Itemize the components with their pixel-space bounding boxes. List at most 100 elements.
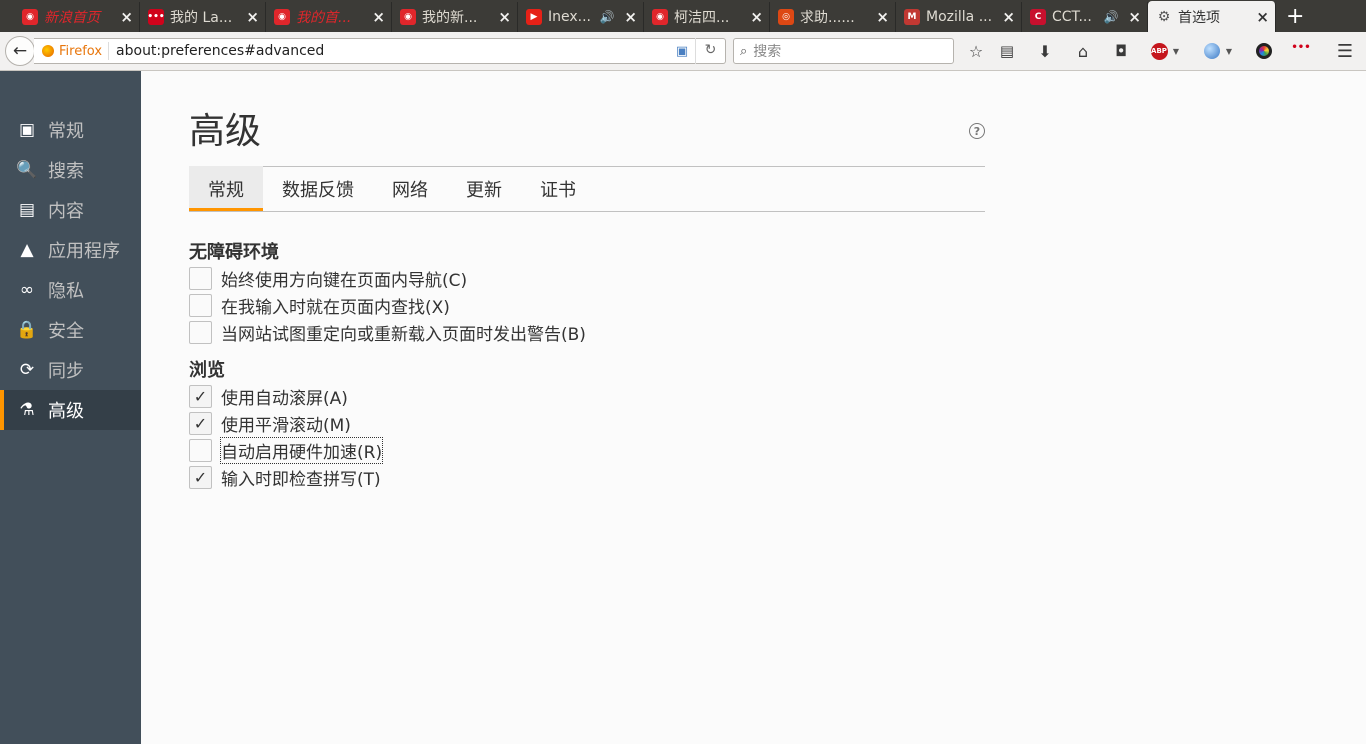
- tab-4[interactable]: ▶ Inex... 🔊 ×: [518, 2, 644, 32]
- checkbox[interactable]: [189, 439, 212, 462]
- option-label[interactable]: 始终使用方向键在页面内导航(C): [221, 266, 467, 291]
- option-label[interactable]: 自动启用硬件加速(R): [219, 437, 384, 464]
- sidebar-item-label: 常规: [48, 121, 84, 142]
- identity-box[interactable]: Firefox: [34, 42, 110, 60]
- advanced-wizard-hat-icon: ⚗: [19, 400, 35, 420]
- close-icon[interactable]: ×: [246, 8, 259, 26]
- advanced-tabs: 常规 数据反馈 网络 更新 证书: [189, 166, 985, 212]
- page-title: 高级: [189, 111, 262, 152]
- sidebar-item-7[interactable]: ⚗ 高级: [0, 390, 141, 430]
- bookmarks-menu-button[interactable]: ▤: [996, 40, 1018, 62]
- sidebar-item-2[interactable]: ▤ 内容: [0, 190, 141, 230]
- settings-group-1: 浏览 ✓ 使用自动滚屏(A) ✓ 使用平滑滚动(M) 自动启用硬件加速(R) ✓ 输入时即检查…: [189, 359, 384, 491]
- option-label[interactable]: 输入时即检查拼写(T): [221, 465, 381, 490]
- tab-3[interactable]: 更新: [447, 166, 521, 211]
- globe-icon: [1204, 43, 1220, 59]
- url-text[interactable]: about:preferences#advanced: [109, 43, 669, 59]
- sidebar-item-5[interactable]: 🔒 安全: [0, 310, 141, 350]
- tab-8[interactable]: C CCT... 🔊 ×: [1022, 2, 1148, 32]
- close-icon[interactable]: ×: [876, 8, 889, 26]
- close-icon[interactable]: ×: [1256, 8, 1269, 26]
- speaker-icon[interactable]: 🔊: [1103, 10, 1118, 24]
- globe-dropdown[interactable]: ▼: [1223, 40, 1235, 62]
- tab-0[interactable]: 常规: [189, 166, 263, 211]
- tab-2[interactable]: ◉ 我的首... ×: [266, 2, 392, 32]
- reload-button[interactable]: ↻: [695, 38, 725, 64]
- color-extension-button[interactable]: [1253, 40, 1275, 62]
- sidebar-item-6[interactable]: ⟳ 同步: [0, 350, 141, 390]
- url-bar[interactable]: Firefox about:preferences#advanced ▣ ↻: [34, 38, 726, 64]
- dots-app-icon: •••: [147, 9, 165, 25]
- option-label[interactable]: 当网站试图重定向或重新载入页面时发出警告(B): [221, 320, 586, 345]
- new-tab-button[interactable]: +: [1286, 2, 1304, 32]
- tab-title: CCT...: [1052, 9, 1092, 25]
- tab-0[interactable]: ◉ 新浪首页 ×: [14, 2, 140, 32]
- adblock-dropdown[interactable]: ▼: [1170, 40, 1182, 62]
- option-row[interactable]: 自动启用硬件加速(R): [189, 437, 384, 464]
- globe-extension-button[interactable]: [1201, 40, 1223, 62]
- option-row[interactable]: 在我输入时就在页面内查找(X): [189, 292, 586, 319]
- close-icon[interactable]: ×: [1002, 8, 1015, 26]
- close-icon[interactable]: ×: [624, 8, 637, 26]
- reader-view-icon[interactable]: ▣: [669, 44, 695, 59]
- option-label[interactable]: 使用自动滚屏(A): [221, 384, 348, 409]
- tab-1[interactable]: 数据反馈: [263, 166, 373, 211]
- sidebar-item-1[interactable]: 🔍 搜索: [0, 150, 141, 190]
- downloads-button[interactable]: ⬇: [1034, 40, 1056, 62]
- back-button[interactable]: ←: [5, 36, 35, 66]
- extension-indicator-button[interactable]: •••: [1290, 36, 1312, 58]
- option-row[interactable]: ✓ 使用自动滚屏(A): [189, 383, 382, 410]
- option-row[interactable]: 始终使用方向键在页面内导航(C): [189, 265, 586, 292]
- option-label[interactable]: 在我输入时就在页面内查找(X): [221, 293, 450, 318]
- tab-title: Mozilla ...: [926, 9, 993, 25]
- close-icon[interactable]: ×: [372, 8, 385, 26]
- checkbox[interactable]: [189, 321, 212, 344]
- close-icon[interactable]: ×: [120, 8, 133, 26]
- content-icon: ▤: [18, 200, 36, 220]
- star-icon: ☆: [968, 41, 984, 61]
- help-icon[interactable]: ?: [969, 123, 985, 139]
- applications-icon: ▲: [20, 240, 34, 260]
- search-input[interactable]: ⌕ 搜索: [733, 38, 954, 64]
- tab-1[interactable]: ••• 我的 La... ×: [140, 2, 266, 32]
- bookmark-star-button[interactable]: ☆: [965, 40, 987, 62]
- checkbox[interactable]: [189, 267, 212, 290]
- tab-4[interactable]: 证书: [521, 166, 595, 211]
- pocket-button[interactable]: ◘: [1110, 40, 1132, 62]
- mozilla-dino-icon: M: [904, 9, 920, 25]
- weibo-icon: ◉: [22, 9, 38, 25]
- option-row[interactable]: 当网站试图重定向或重新载入页面时发出警告(B): [189, 319, 586, 346]
- group-title: 浏览: [189, 360, 225, 381]
- close-icon[interactable]: ×: [498, 8, 511, 26]
- weibo-icon: ◉: [400, 9, 416, 25]
- tab-2[interactable]: 网络: [373, 166, 447, 211]
- tab-6[interactable]: ◎ 求助...... ×: [770, 2, 896, 32]
- tab-title: 我的首...: [296, 10, 352, 26]
- checkbox[interactable]: ✓: [189, 412, 212, 435]
- sidebar-item-label: 应用程序: [48, 241, 120, 262]
- menu-button[interactable]: ☰: [1334, 40, 1356, 62]
- checkbox[interactable]: ✓: [189, 385, 212, 408]
- tab-3[interactable]: ◉ 我的新... ×: [392, 2, 518, 32]
- adblock-plus-button[interactable]: ABP: [1148, 40, 1170, 62]
- checkbox[interactable]: ✓: [189, 466, 212, 489]
- preferences-main: 高级 ? 常规 数据反馈 网络 更新 证书 无障碍环境 始终使用方向键在页面内导航(C) 在…: [141, 71, 1366, 744]
- security-lock-icon: 🔒: [16, 320, 38, 340]
- tab-5[interactable]: ◉ 柯洁四... ×: [644, 2, 770, 32]
- sidebar-item-0[interactable]: ▣ 常规: [0, 110, 141, 150]
- home-button[interactable]: ⌂: [1072, 40, 1094, 62]
- close-icon[interactable]: ×: [750, 8, 763, 26]
- tab-7[interactable]: M Mozilla ... ×: [896, 2, 1022, 32]
- sidebar-item-4[interactable]: ∞ 隐私: [0, 270, 141, 310]
- close-icon[interactable]: ×: [1128, 8, 1141, 26]
- option-row[interactable]: ✓ 输入时即检查拼写(T): [189, 464, 382, 491]
- checkbox[interactable]: [189, 294, 212, 317]
- option-row[interactable]: ✓ 使用平滑滚动(M): [189, 410, 382, 437]
- gear-icon: ⚙: [1157, 8, 1171, 25]
- speaker-icon[interactable]: 🔊: [599, 10, 614, 24]
- weibo-icon: ◉: [652, 9, 668, 25]
- option-label[interactable]: 使用平滑滚动(M): [221, 411, 351, 436]
- sidebar-item-3[interactable]: ▲ 应用程序: [0, 230, 141, 270]
- tab-preferences[interactable]: ⚙ 首选项 ×: [1148, 1, 1276, 32]
- sidebar-item-label: 高级: [48, 401, 84, 422]
